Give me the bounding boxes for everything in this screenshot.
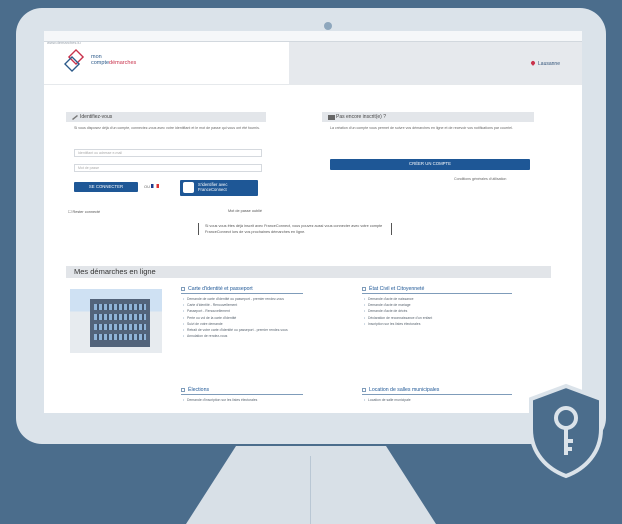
list-item[interactable]: Perte ou vol de la carte d'identité <box>181 316 305 321</box>
category-civil-status-list: Demande d'acte de naissance Demande d'ac… <box>362 297 512 328</box>
window-row <box>94 334 146 340</box>
login-input[interactable]: Identifiant ou adresse e-mail <box>74 149 262 157</box>
category-elections-list: Demande d'inscription sur les listes éle… <box>181 398 305 404</box>
franceconnect-line2: FranceConnect <box>198 187 227 192</box>
franceconnect-notice: Si vous vous êtes déjà inscrit avec Fran… <box>198 223 392 235</box>
window-row <box>94 314 146 320</box>
map-pin-icon <box>530 60 536 66</box>
category-room-rental-list: Location de salle municipale <box>362 398 512 404</box>
identify-title-text: Identifiez-vous <box>80 114 113 120</box>
address-bar[interactable]: www.demarches.lu <box>44 31 582 45</box>
list-item[interactable]: Demande d'acte de décès <box>362 309 512 314</box>
header-right: Lausanne <box>289 42 582 84</box>
list-item[interactable]: Suivi de votre demande <box>181 322 305 327</box>
or-text: OU <box>144 184 150 189</box>
security-shield-key-icon <box>529 383 603 479</box>
category-id-passport-list: Demande de carte d'identité ou passeport… <box>181 297 305 340</box>
no-account-title-text: Pas encore inscrit(e) ? <box>336 114 387 120</box>
flag-icon <box>151 184 160 188</box>
no-account-intro: La création d'un compte vous permet de s… <box>330 126 513 130</box>
franceconnect-logo-icon <box>183 182 194 193</box>
list-item[interactable]: Retrait de votre carte d'identité ou pas… <box>181 328 305 333</box>
forgot-password-link[interactable]: Mot de passe oublié <box>228 209 262 213</box>
list-item[interactable]: Demande d'inscription sur les listes éle… <box>181 398 305 403</box>
list-item[interactable]: Carte d'identité - Renouvellement <box>181 303 305 308</box>
identify-title: Identifiez-vous <box>66 112 266 122</box>
create-account-button[interactable]: CRÉER UN COMPTE <box>330 159 530 170</box>
building-photo <box>70 289 162 353</box>
location-link[interactable]: Lausanne <box>530 60 560 67</box>
logo-line2: compte <box>91 60 110 66</box>
site-logo[interactable] <box>64 48 92 76</box>
remember-label: Rester connecté <box>72 210 101 214</box>
category-room-rental[interactable]: Location de salles municipales <box>362 387 512 395</box>
list-item[interactable]: Déclaration de reconnaissance d'un enfan… <box>362 316 512 321</box>
window-row <box>94 324 146 330</box>
list-item[interactable]: Inscription sur les listes électorales <box>362 322 512 327</box>
logo-line2-wrap: comptedémarches <box>91 60 136 66</box>
logo-text: mon comptedémarches <box>91 54 136 66</box>
logo-line3: démarches <box>109 60 137 66</box>
list-item[interactable]: Passeport - Renouvellement <box>181 309 305 314</box>
category-civil-status[interactable]: État Civil et Citoyenneté <box>362 286 512 294</box>
franceconnect-button[interactable]: S'identifier avec FranceConnect <box>180 180 258 196</box>
list-item[interactable]: Annulation de rendez-vous <box>181 334 305 339</box>
terms-link[interactable]: Conditions générales d'utilisation <box>454 177 506 182</box>
category-id-passport[interactable]: Carte d'identité et passeport <box>181 286 303 294</box>
window-row <box>94 304 146 310</box>
login-button[interactable]: SE CONNECTER <box>74 182 138 192</box>
webcam-dot <box>324 22 332 30</box>
pencil-icon <box>72 115 78 120</box>
site-header: mon comptedémarches Lausanne <box>44 42 582 85</box>
remember-me-checkbox[interactable]: ☐ Rester connecté <box>68 209 100 214</box>
stand-seam <box>310 456 311 524</box>
list-item[interactable]: Demande de carte d'identité ou passeport… <box>181 297 305 302</box>
identify-intro: Si vous disposez déjà d'un compte, conne… <box>74 126 260 130</box>
category-elections[interactable]: Élections <box>181 387 303 395</box>
list-item[interactable]: Demande d'acte de mariage <box>362 303 512 308</box>
user-card-icon <box>328 115 335 120</box>
no-account-title: Pas encore inscrit(e) ? <box>322 112 534 122</box>
password-input[interactable]: Mot de passe <box>74 164 262 172</box>
list-item[interactable]: Location de salle municipale <box>362 398 512 403</box>
list-item[interactable]: Demande d'acte de naissance <box>362 297 512 302</box>
section-title: Mes démarches en ligne <box>66 266 551 278</box>
browser-screen: www.demarches.lu mon comptedémarches Lau… <box>44 31 582 413</box>
location-label: Lausanne <box>538 61 560 67</box>
or-separator: OU <box>144 184 160 189</box>
header-left: mon comptedémarches <box>44 42 289 84</box>
monitor-stand <box>186 446 436 524</box>
